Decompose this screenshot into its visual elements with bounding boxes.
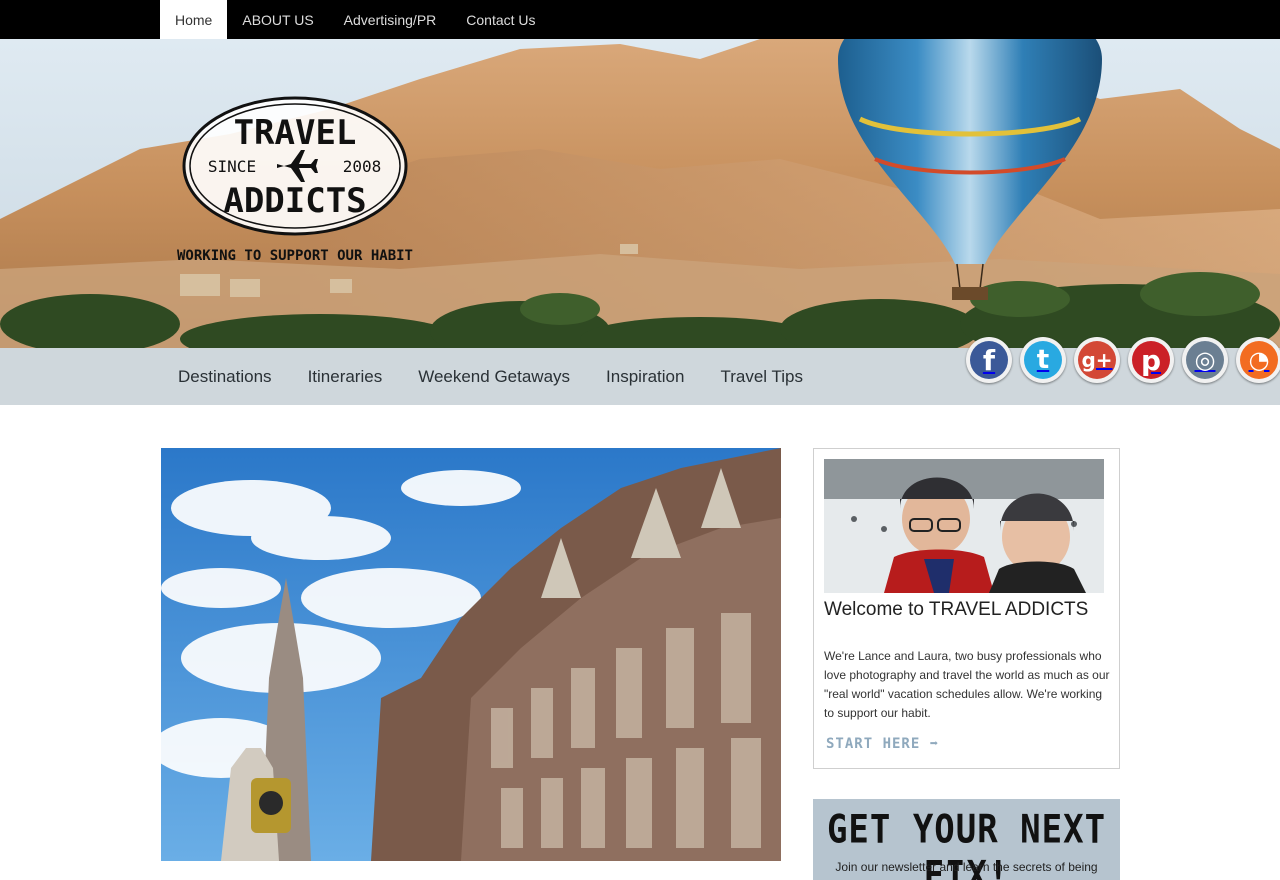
welcome-widget: Welcome to TRAVEL ADDICTS We're Lance an… xyxy=(813,448,1120,769)
logo-since: SINCE xyxy=(208,157,256,176)
topnav-advertising-link[interactable]: Advertising/PR xyxy=(329,0,452,39)
travel-addicts-logo[interactable]: TRAVEL SINCE 2008 ADDICTS WORKING TO SUP… xyxy=(176,94,416,269)
twitter-icon[interactable]: t xyxy=(1020,337,1066,383)
nav-weekend-getaways[interactable]: Weekend Getaways xyxy=(400,348,588,405)
nav-itineraries[interactable]: Itineraries xyxy=(290,348,401,405)
pinterest-icon[interactable]: p xyxy=(1128,337,1174,383)
rss-icon[interactable]: ◔ xyxy=(1236,337,1280,383)
topnav-contact-link[interactable]: Contact Us xyxy=(451,0,550,39)
start-here-link[interactable]: START HERE ➡ xyxy=(826,736,939,752)
newsletter-widget: GET YOUR NEXT FIX! Join our newsletter a… xyxy=(813,799,1120,880)
top-nav: Home ABOUT US Advertising/PR Contact Us xyxy=(160,0,551,39)
logo-tagline: WORKING TO SUPPORT OUR HABIT xyxy=(177,248,413,264)
nav-destinations[interactable]: Destinations xyxy=(160,348,290,405)
google-plus-icon[interactable]: g+ xyxy=(1074,337,1120,383)
welcome-text: We're Lance and Laura, two busy professi… xyxy=(824,649,1110,720)
hero-banner: TRAVEL SINCE 2008 ADDICTS WORKING TO SUP… xyxy=(0,39,1280,349)
logo-line1: TRAVEL xyxy=(234,113,357,153)
main-nav-links: Destinations Itineraries Weekend Getaway… xyxy=(160,348,821,405)
welcome-photo xyxy=(824,459,1104,593)
featured-post-image[interactable] xyxy=(161,448,781,861)
topnav-home-link[interactable]: Home xyxy=(160,0,228,39)
logo-year: 2008 xyxy=(343,157,382,176)
nav-travel-tips[interactable]: Travel Tips xyxy=(702,348,821,405)
nav-inspiration[interactable]: Inspiration xyxy=(588,348,702,405)
social-icons: f t g+ p ◎ ◔ xyxy=(966,337,1280,383)
top-bar: Home ABOUT US Advertising/PR Contact Us xyxy=(0,0,1280,39)
newsletter-text: Join our newsletter and learn the secret… xyxy=(835,860,1098,874)
facebook-icon[interactable]: f xyxy=(966,337,1012,383)
welcome-title: Welcome to TRAVEL ADDICTS xyxy=(824,599,1089,620)
topnav-about-link[interactable]: ABOUT US xyxy=(227,0,328,39)
instagram-icon[interactable]: ◎ xyxy=(1182,337,1228,383)
logo-line2: ADDICTS xyxy=(223,181,366,221)
